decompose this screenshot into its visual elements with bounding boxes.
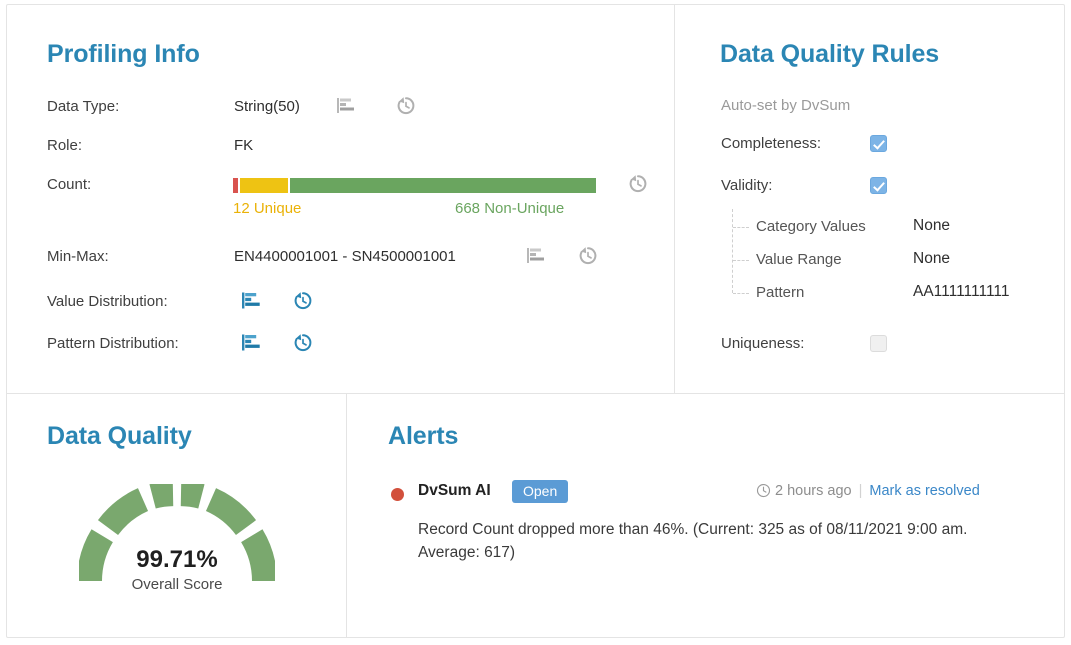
- meta-separator: |: [858, 483, 863, 499]
- alert-severity-dot-icon: [391, 488, 404, 501]
- bar-chart-icon[interactable]: [240, 291, 262, 311]
- data-type-value: String(50): [234, 98, 300, 115]
- history-icon[interactable]: [292, 290, 314, 310]
- bar-chart-icon[interactable]: [335, 96, 357, 116]
- alert-time: 2 hours ago: [775, 483, 852, 499]
- alert-meta: 2 hours ago | Mark as resolved: [756, 483, 980, 499]
- alerts-panel: Alerts DvSum AI Open 2 hours ago | Mark as…: [348, 394, 1064, 638]
- tree-stem: [732, 209, 733, 293]
- pattern-label: Pattern: [756, 284, 805, 301]
- validity-label: Validity:: [721, 177, 773, 194]
- min-max-label: Min-Max:: [47, 248, 109, 265]
- dashboard-frame: Profiling Info Data Type: String(50) Rol…: [6, 4, 1065, 638]
- bar-chart-icon[interactable]: [240, 333, 262, 353]
- role-value: FK: [234, 137, 254, 154]
- validity-details-tree: Category Values None Value Range None Pa…: [732, 209, 1052, 313]
- validity-checkbox[interactable]: [870, 177, 887, 194]
- overall-score-value: 99.71%: [136, 546, 218, 573]
- count-unique-label: 12 Unique: [233, 200, 302, 217]
- alert-status-badge[interactable]: Open: [512, 480, 569, 503]
- data-quality-rules-panel: Data Quality Rules Auto-set by DvSum Com…: [675, 5, 1066, 393]
- alert-description: Record Count dropped more than 46%. (Cur…: [418, 521, 968, 561]
- bar-chart-icon[interactable]: [525, 246, 547, 266]
- pattern-distribution-label: Pattern Distribution:: [47, 335, 179, 352]
- data-quality-title: Data Quality: [47, 422, 192, 450]
- data-quality-panel: Data Quality 99.71% Overall Score: [7, 394, 347, 638]
- pattern-value: AA1111111111: [913, 283, 1010, 300]
- value-distribution-label: Value Distribution:: [47, 293, 168, 310]
- tree-branch: [733, 227, 749, 228]
- profiling-info-title: Profiling Info: [47, 40, 200, 68]
- value-range-value: None: [913, 250, 951, 267]
- category-values-value: None: [913, 217, 951, 234]
- completeness-label: Completeness:: [721, 135, 822, 152]
- completeness-checkbox[interactable]: [870, 135, 887, 152]
- history-icon[interactable]: [292, 332, 314, 352]
- data-type-label: Data Type:: [47, 98, 120, 115]
- history-icon[interactable]: [577, 245, 599, 265]
- data-quality-rules-title: Data Quality Rules: [720, 40, 940, 68]
- min-max-value: EN4400001001 - SN4500001001: [234, 248, 456, 265]
- count-distribution-bar: [233, 178, 596, 193]
- uniqueness-checkbox[interactable]: [870, 335, 887, 352]
- data-profile-dashboard: Profiling Info Data Type: String(50) Rol…: [0, 0, 1071, 645]
- role-label: Role:: [47, 137, 83, 154]
- auto-set-note: Auto-set by DvSum: [721, 97, 851, 114]
- tree-branch: [733, 260, 749, 261]
- overall-score-caption: Overall Score: [131, 576, 223, 593]
- history-icon[interactable]: [395, 95, 417, 115]
- count-segment-non-unique: [290, 178, 596, 193]
- top-row: Profiling Info Data Type: String(50) Rol…: [7, 5, 1064, 393]
- category-values-label: Category Values: [756, 218, 866, 235]
- overall-score-gauge: 99.71% Overall Score: [79, 484, 275, 596]
- uniqueness-label: Uniqueness:: [721, 335, 805, 352]
- value-range-label: Value Range: [756, 251, 842, 268]
- alert-source: DvSum AI: [418, 482, 491, 499]
- count-legend: 12 Unique 668 Non-Unique: [233, 200, 596, 220]
- bottom-row: Data Quality 99.71% Overall Score Alerts…: [7, 393, 1064, 637]
- mark-as-resolved-link[interactable]: Mark as resolved: [869, 483, 979, 499]
- history-icon[interactable]: [627, 173, 649, 193]
- profiling-info-panel: Profiling Info Data Type: String(50) Rol…: [7, 5, 674, 393]
- count-non-unique-label: 668 Non-Unique: [455, 200, 565, 217]
- count-label: Count:: [47, 176, 92, 193]
- count-segment-unique: [239, 178, 289, 193]
- alerts-title: Alerts: [388, 422, 459, 450]
- tree-branch: [733, 293, 749, 294]
- clock-icon: [756, 483, 771, 498]
